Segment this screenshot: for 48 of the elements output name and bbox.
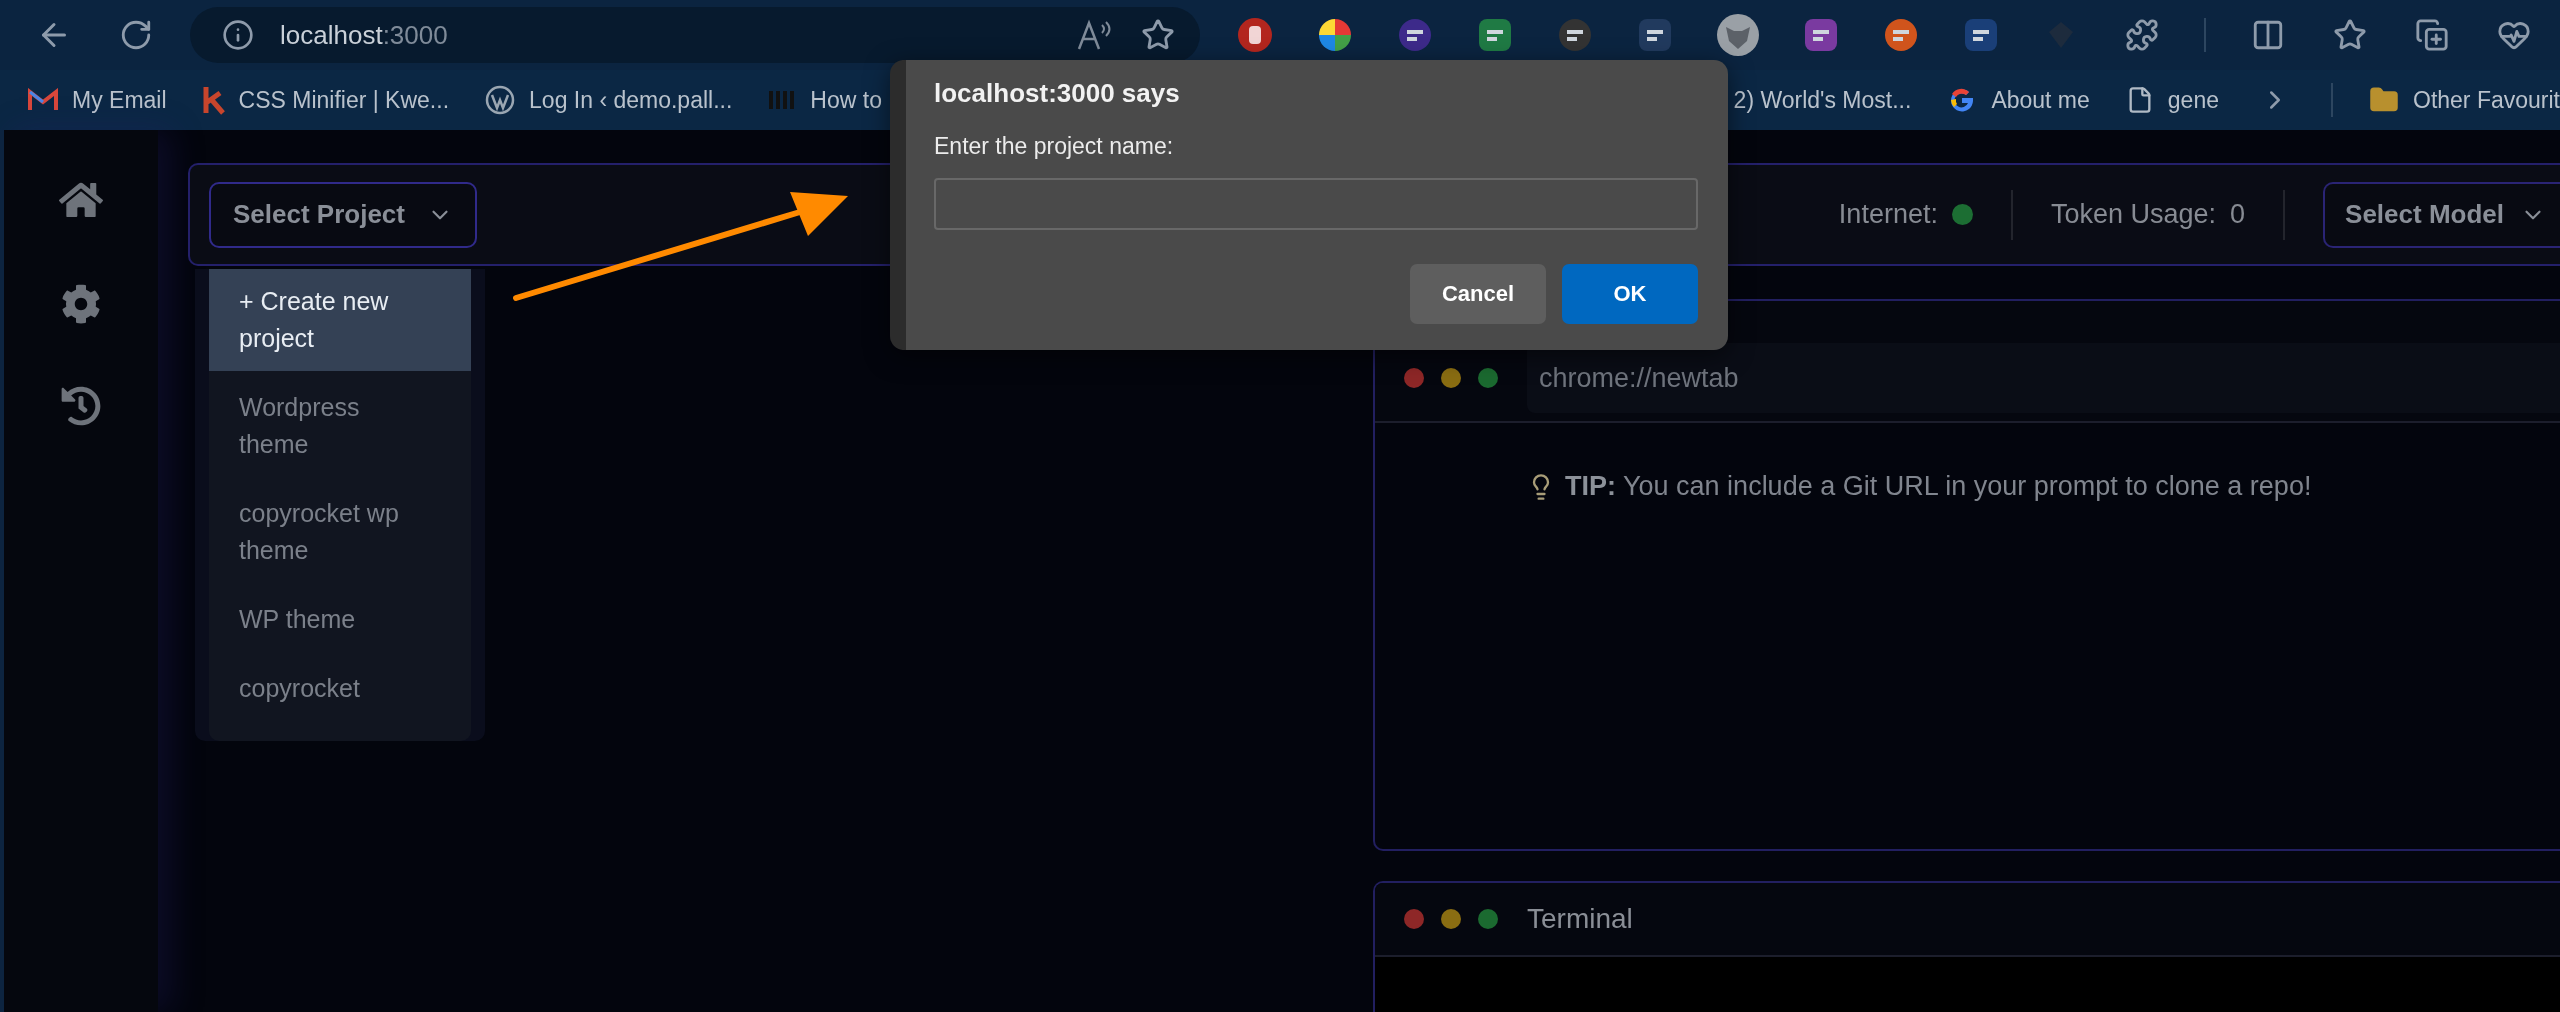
bookmark-folder[interactable]: Other Favourit	[2369, 85, 2560, 115]
internet-label: Internet:	[1838, 199, 1938, 230]
dialog-title: localhost:3000 says	[934, 78, 1181, 109]
bookmark-link[interactable]: My Email	[28, 86, 167, 114]
dialog-button[interactable]: Cancel	[1410, 264, 1546, 324]
model-select[interactable]: Select Model	[2323, 181, 2560, 248]
mail-icon	[28, 88, 58, 112]
address-bar[interactable]: localhost:3000	[190, 7, 1200, 63]
history-icon[interactable]	[61, 386, 101, 426]
bookmark-link[interactable]: About me	[1947, 85, 2090, 115]
bars-icon	[768, 89, 797, 111]
bookmark-link[interactable]: CSS Minifier | Kwe...	[202, 85, 450, 115]
bookmark-link[interactable]: 2) World's Most...	[1733, 86, 1912, 114]
menu-item[interactable]: copyrocket	[209, 656, 471, 721]
menu-item[interactable]: Wordpress theme	[209, 375, 471, 477]
extension-icon[interactable]	[1802, 16, 1840, 54]
menu-item[interactable]: + Create new project	[209, 269, 471, 371]
color-wheel-icon[interactable]	[1316, 16, 1354, 54]
address-host: localhost	[280, 19, 383, 51]
bookmark-link[interactable]: Log In ‹ demo.pall...	[485, 85, 733, 115]
window-buttons-icon	[1403, 367, 1499, 389]
tip-text: TIP: You can include a Git URL in your prompt to clone a repo!	[1565, 471, 2312, 502]
menu-item[interactable]: copyrocket wp theme	[209, 481, 471, 583]
dialog-button[interactable]: OK	[1562, 264, 1698, 324]
window-buttons-icon	[1403, 908, 1499, 930]
extension-icon[interactable]	[1962, 16, 2000, 54]
settings-icon[interactable]	[61, 284, 101, 324]
url-field[interactable]: chrome://newtab	[1527, 343, 2560, 413]
read-aloud-icon[interactable]	[1076, 19, 1112, 51]
token-usage-value: 0	[2230, 199, 2246, 230]
extension-icon[interactable]	[1882, 16, 1920, 54]
bookmark-link[interactable]: How to	[768, 86, 882, 114]
token-usage-label: Token Usage:	[2050, 199, 2217, 230]
wordpress-icon	[485, 85, 516, 115]
project-select[interactable]: Select Project	[209, 181, 477, 248]
extension-icon[interactable]	[1636, 16, 1674, 54]
bookmark-link[interactable]: gene	[2125, 86, 2219, 114]
dialog-message: Enter the project name:	[934, 133, 1175, 160]
extension-icon[interactable]	[1476, 16, 1514, 54]
menu-item[interactable]: WP theme	[209, 587, 471, 652]
hand-icon[interactable]	[1236, 16, 1274, 54]
extension-icon[interactable]	[1396, 16, 1434, 54]
input-field[interactable]	[934, 178, 1698, 230]
extension-icon[interactable]	[1556, 16, 1594, 54]
address-port: :3000	[382, 19, 448, 51]
terminal-title: Terminal	[1527, 903, 1633, 935]
wolf-icon[interactable]	[1716, 13, 1760, 57]
k-logo-icon	[202, 85, 225, 115]
